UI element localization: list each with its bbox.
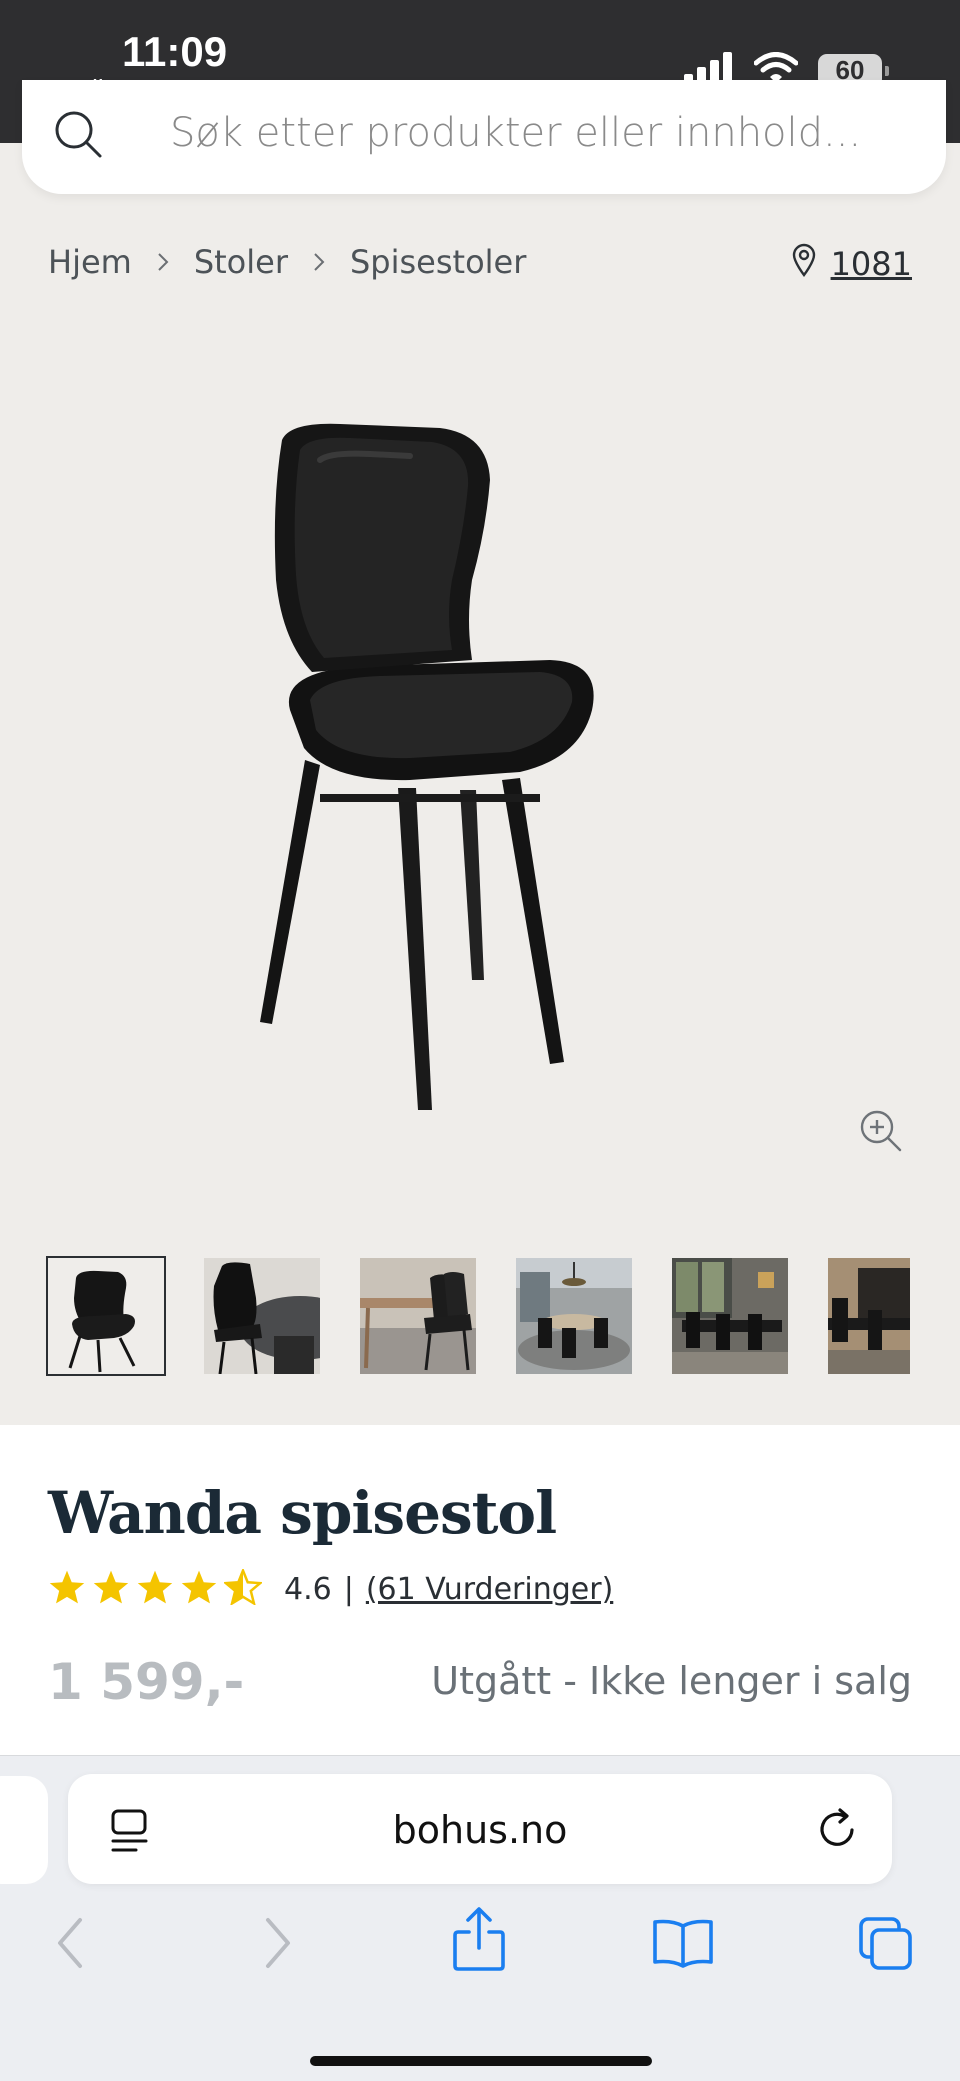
search-bar[interactable]: Søk etter produkter eller innhold... — [22, 80, 946, 194]
page: 11:09 Mail — [0, 0, 960, 2081]
product-rating: 4.6 | (61 Vurderinger) — [48, 1567, 613, 1610]
home-indicator — [310, 2056, 652, 2066]
address-text[interactable]: bohus.no — [68, 1808, 892, 1852]
breadcrumb-stoler[interactable]: Stoler — [194, 243, 288, 281]
breadcrumb-spisestoler[interactable]: Spisestoler — [350, 243, 526, 281]
product-image[interactable] — [220, 410, 740, 1130]
star-full-icon — [136, 1569, 174, 1610]
bookmarks-icon[interactable] — [652, 1918, 714, 1973]
zoom-in-icon[interactable] — [858, 1108, 904, 1159]
rating-count-link[interactable]: (61 Vurderinger) — [366, 1572, 613, 1607]
forward-icon[interactable] — [262, 1916, 294, 1975]
thumbnail-gallery — [46, 1256, 910, 1376]
chevron-right-icon — [156, 243, 170, 281]
search-input[interactable]: Søk etter produkter eller innhold... — [170, 110, 861, 156]
location-code[interactable]: 1081 — [831, 245, 912, 283]
rating-value: 4.6 — [284, 1572, 332, 1607]
thumbnail-4[interactable] — [516, 1258, 632, 1374]
chevron-right-icon — [312, 243, 326, 281]
location-pin-icon — [791, 243, 817, 285]
back-icon[interactable] — [54, 1916, 86, 1975]
thumbnail-3[interactable] — [360, 1258, 476, 1374]
thumbnail-5[interactable] — [672, 1258, 788, 1374]
star-full-icon — [48, 1569, 86, 1610]
star-full-icon — [180, 1569, 218, 1610]
rating-separator: | — [343, 1572, 354, 1607]
availability-status: Utgått - Ikke lenger i salg — [431, 1659, 912, 1703]
search-icon — [54, 110, 106, 167]
share-icon[interactable] — [452, 1906, 506, 1977]
thumbnail-2[interactable] — [204, 1258, 320, 1374]
tabs-icon[interactable] — [858, 1916, 914, 1977]
product-price: 1 599,- — [48, 1653, 245, 1711]
breadcrumb-home[interactable]: Hjem — [48, 243, 132, 281]
store-location[interactable]: 1081 — [791, 243, 912, 285]
address-bar[interactable]: bohus.no — [68, 1774, 892, 1884]
reload-icon[interactable] — [816, 1806, 860, 1857]
breadcrumb: Hjem Stoler Spisestoler — [48, 243, 526, 281]
star-full-icon — [92, 1569, 130, 1610]
safari-toolbar — [0, 1907, 960, 1996]
thumbnail-1[interactable] — [46, 1256, 166, 1376]
product-title: Wanda spisestol — [48, 1479, 557, 1547]
previous-tab-peek[interactable] — [0, 1776, 48, 1884]
safari-bottom-bar: bohus.no — [0, 1755, 960, 2081]
rating-stars — [48, 1567, 264, 1610]
product-info-panel: Wanda spisestol 4.6 | (61 Vurderinger) 1… — [0, 1425, 960, 1755]
star-half-icon — [222, 1567, 264, 1610]
thumbnail-6[interactable] — [828, 1258, 910, 1374]
status-time: 11:09 — [122, 28, 228, 75]
